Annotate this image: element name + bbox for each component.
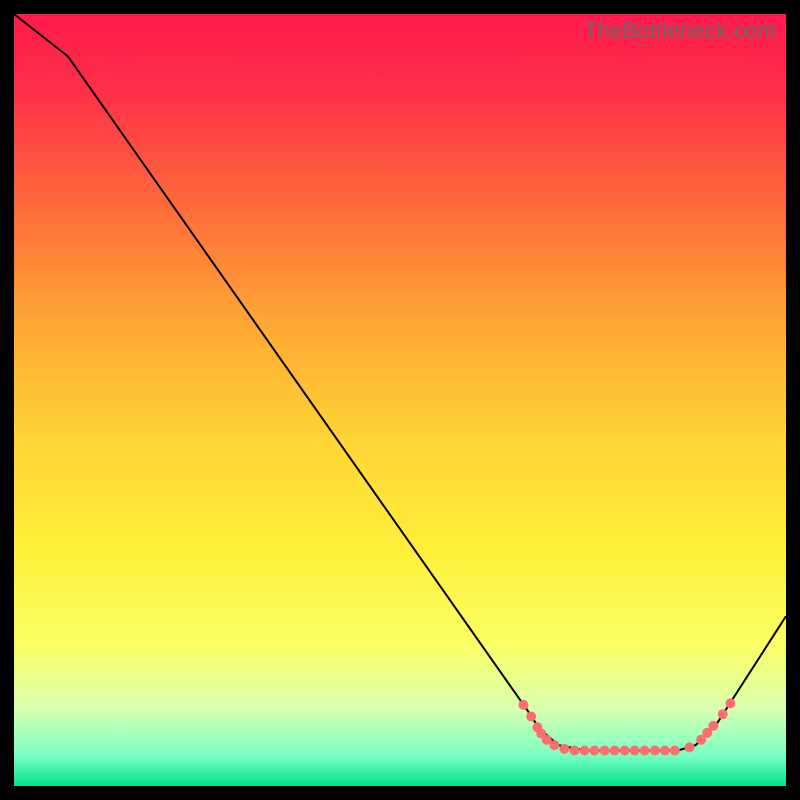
data-dot [650, 746, 660, 756]
data-dot [685, 742, 695, 752]
data-dot [600, 746, 610, 756]
chart-frame: TheBottleneck.com [14, 14, 786, 786]
gradient-background [14, 14, 786, 786]
watermark-text: TheBottleneck.com [584, 18, 776, 44]
data-dot [620, 746, 630, 756]
data-dot [519, 700, 529, 710]
data-dot [590, 746, 600, 756]
plot-svg [14, 14, 786, 786]
data-dot [570, 746, 580, 756]
data-dot [549, 740, 559, 750]
data-dot [718, 709, 728, 719]
data-dot [630, 746, 640, 756]
data-dot [580, 746, 590, 756]
data-dot [725, 698, 735, 708]
data-dot [559, 744, 569, 754]
data-dot [660, 746, 670, 756]
data-dot [526, 712, 536, 722]
data-dot [708, 721, 718, 731]
data-dot [610, 746, 620, 756]
data-dot [640, 746, 650, 756]
data-dot [670, 746, 680, 756]
